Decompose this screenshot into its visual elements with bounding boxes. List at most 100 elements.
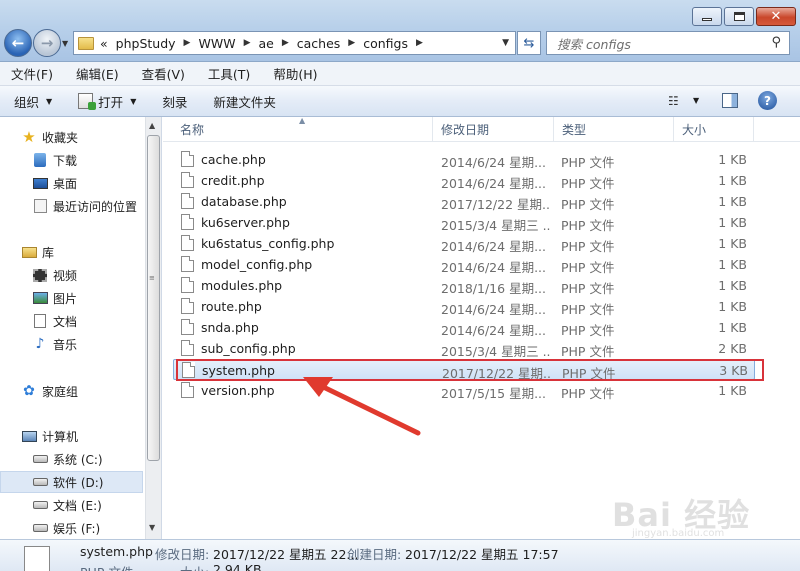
change-view-icon[interactable]: ☷: [668, 94, 679, 108]
breadcrumb-phpstudy[interactable]: phpStudy: [116, 36, 176, 51]
menu-edit[interactable]: 编辑(E): [73, 64, 122, 83]
php-file-icon: [181, 382, 194, 398]
address-history-dropdown-icon[interactable]: ▼: [502, 38, 509, 48]
new-folder-label: 新建文件夹: [213, 94, 276, 110]
file-row[interactable]: sub_config.php 2015/3/4 星期三 ... PHP 文件 2 KB: [173, 338, 755, 359]
navigation-scrollbar[interactable]: ▲ ≡ ▼: [145, 117, 161, 539]
php-file-icon: [181, 151, 194, 167]
address-bar[interactable]: « phpStudy ▶ WWW ▶ ae ▶ caches ▶ configs…: [73, 31, 516, 55]
search-input[interactable]: 搜索 configs ⚲: [546, 31, 790, 55]
file-name: model_config.php: [201, 257, 313, 272]
breadcrumb-www[interactable]: WWW: [198, 36, 235, 51]
refresh-button[interactable]: ⇆: [517, 31, 541, 55]
file-name: ku6status_config.php: [201, 236, 335, 251]
file-row[interactable]: ku6status_config.php 2014/6/24 星期... PHP 文…: [173, 233, 755, 254]
organize-button[interactable]: 组织 ▼: [14, 92, 52, 111]
menu-view[interactable]: 查看(V): [139, 64, 188, 83]
file-row[interactable]: modules.php 2018/1/16 星期... PHP 文件 1 KB: [173, 275, 755, 296]
column-header-modified[interactable]: 修改日期: [433, 117, 554, 142]
search-icon[interactable]: ⚲: [771, 35, 781, 50]
nav-documents-label: 文档: [53, 314, 78, 329]
breadcrumb-separator-icon[interactable]: ▶: [416, 38, 423, 48]
nav-homegroup[interactable]: ✿ 家庭组: [0, 380, 143, 402]
details-created-label: 创建日期:: [347, 547, 402, 562]
file-type: PHP 文件: [561, 344, 615, 359]
nav-drive-e[interactable]: 文档 (E:): [0, 494, 143, 516]
breadcrumb-separator-icon[interactable]: ▶: [282, 38, 289, 48]
file-row[interactable]: snda.php 2014/6/24 星期... PHP 文件 1 KB: [173, 317, 755, 338]
downloads-icon: [32, 153, 48, 167]
recent-pages-dropdown-icon[interactable]: ▼: [62, 39, 68, 48]
breadcrumb-separator-icon[interactable]: ▶: [184, 38, 191, 48]
nav-downloads[interactable]: 下载: [0, 149, 143, 171]
nav-drive-e-label: 文档 (E:): [53, 498, 102, 513]
help-icon[interactable]: ?: [758, 91, 777, 110]
breadcrumb-configs[interactable]: configs: [363, 36, 408, 51]
scroll-down-icon[interactable]: ▼: [149, 523, 155, 532]
scroll-up-icon[interactable]: ▲: [149, 121, 155, 130]
details-modified-label: 修改日期:: [155, 547, 210, 562]
nav-videos[interactable]: 视频: [0, 264, 143, 286]
nav-drive-f[interactable]: 娱乐 (F:): [0, 517, 143, 539]
file-row[interactable]: version.php 2017/5/15 星期... PHP 文件 1 KB: [173, 380, 755, 401]
file-name: ku6server.php: [201, 215, 290, 230]
file-name: route.php: [201, 299, 262, 314]
details-created-value: 2017/12/22 星期五 17:57: [405, 547, 559, 562]
new-folder-button[interactable]: 新建文件夹: [213, 92, 276, 111]
minimize-button[interactable]: [692, 7, 722, 26]
file-row[interactable]: credit.php 2014/6/24 星期... PHP 文件 1 KB: [173, 170, 755, 191]
nav-drive-d[interactable]: 软件 (D:): [0, 471, 143, 493]
preview-pane-icon[interactable]: [722, 93, 738, 108]
file-row[interactable]: ku6server.php 2015/3/4 星期三 ... PHP 文件 1 KB: [173, 212, 755, 233]
nav-pictures[interactable]: 图片: [0, 287, 143, 309]
breadcrumb-overflow[interactable]: «: [100, 36, 108, 51]
php-file-icon: [181, 319, 194, 335]
file-row[interactable]: database.php 2017/12/22 星期... PHP 文件 1 KB: [173, 191, 755, 212]
nav-videos-label: 视频: [53, 268, 78, 283]
column-header-type[interactable]: 类型: [554, 117, 674, 142]
column-header-size[interactable]: 大小: [674, 117, 754, 142]
view-options-dropdown-icon[interactable]: ▼: [693, 96, 699, 105]
close-icon: ✕: [770, 9, 782, 24]
minimize-icon: [702, 18, 712, 21]
breadcrumb-separator-icon[interactable]: ▶: [348, 38, 355, 48]
maximize-button[interactable]: [724, 7, 754, 26]
refresh-icon: ⇆: [523, 35, 535, 51]
file-modified-date: 2017/5/15 星期...: [441, 386, 546, 401]
breadcrumb-caches[interactable]: caches: [297, 36, 341, 51]
sort-ascending-icon: ▲: [299, 116, 306, 125]
php-file-icon: [181, 235, 194, 251]
breadcrumb-ae[interactable]: ae: [258, 36, 273, 51]
menu-file[interactable]: 文件(F): [8, 64, 56, 83]
star-icon: ★: [22, 128, 36, 146]
open-button[interactable]: 打开 ▼: [78, 92, 136, 111]
nav-computer[interactable]: 计算机: [0, 425, 143, 447]
forward-button[interactable]: →: [33, 29, 61, 57]
nav-libraries[interactable]: 库: [0, 241, 143, 263]
file-name: cache.php: [201, 152, 266, 167]
close-button[interactable]: ✕: [756, 7, 796, 26]
back-button[interactable]: ←: [4, 29, 32, 57]
menu-help[interactable]: 帮助(H): [270, 64, 320, 83]
forward-arrow-icon: →: [40, 34, 54, 52]
burn-label: 刻录: [162, 94, 188, 110]
nav-favorites[interactable]: ★ 收藏夹: [0, 126, 143, 148]
file-size: 1 KB: [718, 152, 747, 167]
scrollbar-thumb[interactable]: [147, 135, 160, 461]
breadcrumb-separator-icon[interactable]: ▶: [244, 38, 251, 48]
file-type: PHP 文件: [561, 197, 615, 212]
file-modified-date: 2014/6/24 星期...: [441, 302, 546, 317]
burn-button[interactable]: 刻录: [162, 92, 187, 111]
pictures-icon: [32, 291, 48, 305]
menu-tools[interactable]: 工具(T): [205, 64, 253, 83]
php-file-icon: [181, 277, 194, 293]
nav-music[interactable]: ♪ 音乐: [0, 333, 143, 355]
file-row[interactable]: model_config.php 2014/6/24 星期... PHP 文件 1 K…: [173, 254, 755, 275]
nav-drive-c[interactable]: 系统 (C:): [0, 448, 143, 470]
nav-recent-places[interactable]: 最近访问的位置: [0, 195, 143, 217]
file-row[interactable]: cache.php 2014/6/24 星期... PHP 文件 1 KB: [173, 149, 755, 170]
nav-desktop[interactable]: 桌面: [0, 172, 143, 194]
file-name: credit.php: [201, 173, 265, 188]
file-row[interactable]: route.php 2014/6/24 星期... PHP 文件 1 KB: [173, 296, 755, 317]
nav-documents[interactable]: 文档: [0, 310, 143, 332]
